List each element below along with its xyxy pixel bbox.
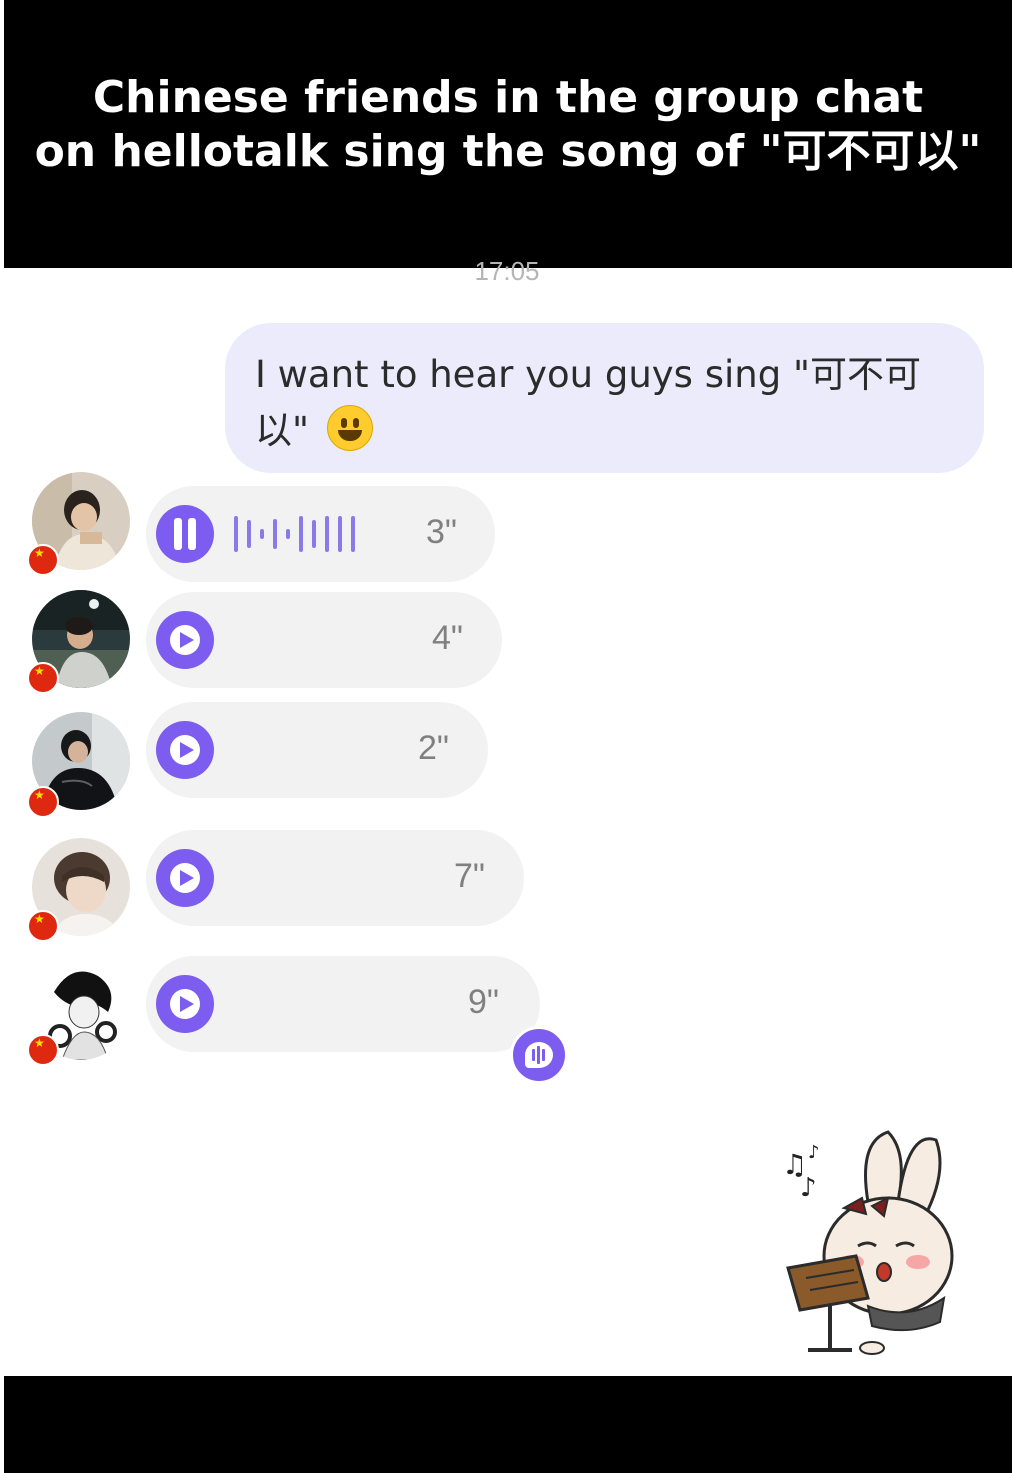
smiley-emoji-icon: [326, 405, 373, 451]
play-icon[interactable]: [156, 975, 214, 1033]
video-bottom-bar: [4, 1376, 1012, 1473]
chat-timestamp: 17:05: [474, 256, 540, 286]
svg-text:♪: ♪: [800, 1173, 817, 1203]
play-icon[interactable]: [156, 849, 214, 907]
voice-message-bubble[interactable]: 4": [146, 592, 502, 688]
china-flag-icon: [27, 662, 59, 694]
china-flag-icon: [27, 1034, 59, 1066]
video-caption-bar: Chinese friends in the group chat on hel…: [4, 0, 1012, 268]
voice-message-bubble[interactable]: 3": [146, 486, 495, 582]
voice-duration: 9": [468, 983, 499, 1021]
china-flag-icon: [27, 544, 59, 576]
outgoing-message-bubble[interactable]: I want to hear you guys sing "可不可以": [225, 323, 984, 473]
voice-message-row: 2": [0, 702, 1014, 818]
svg-text:♪: ♪: [808, 1142, 820, 1163]
voice-message-row: 3": [0, 472, 1014, 582]
audio-waveform: [234, 514, 355, 554]
voice-message-bubble[interactable]: 7": [146, 830, 524, 926]
video-caption: Chinese friends in the group chat on hel…: [35, 71, 982, 179]
voice-message-row: 7": [0, 830, 1014, 942]
voice-message-row: 4": [0, 590, 1014, 694]
voice-message-row: 9": [0, 956, 1014, 1066]
voice-message-bubble[interactable]: 2": [146, 702, 488, 798]
voice-duration: 4": [432, 619, 463, 657]
play-icon[interactable]: [156, 611, 214, 669]
voice-message-bubble[interactable]: 9": [146, 956, 540, 1052]
china-flag-icon: [27, 910, 59, 942]
play-icon[interactable]: [156, 721, 214, 779]
caption-line-1: Chinese friends in the group chat: [92, 72, 924, 123]
voice-to-text-icon[interactable]: [510, 1026, 568, 1084]
caption-line-2: on hellotalk sing the song of "可不可以": [34, 126, 982, 177]
singing-bunny-sticker: ♫ ♪ ♪: [768, 1122, 968, 1362]
pause-icon[interactable]: [156, 505, 214, 563]
voice-duration: 3": [426, 513, 457, 551]
voice-duration: 2": [418, 729, 449, 767]
voice-duration: 7": [454, 857, 485, 895]
china-flag-icon: [27, 786, 59, 818]
